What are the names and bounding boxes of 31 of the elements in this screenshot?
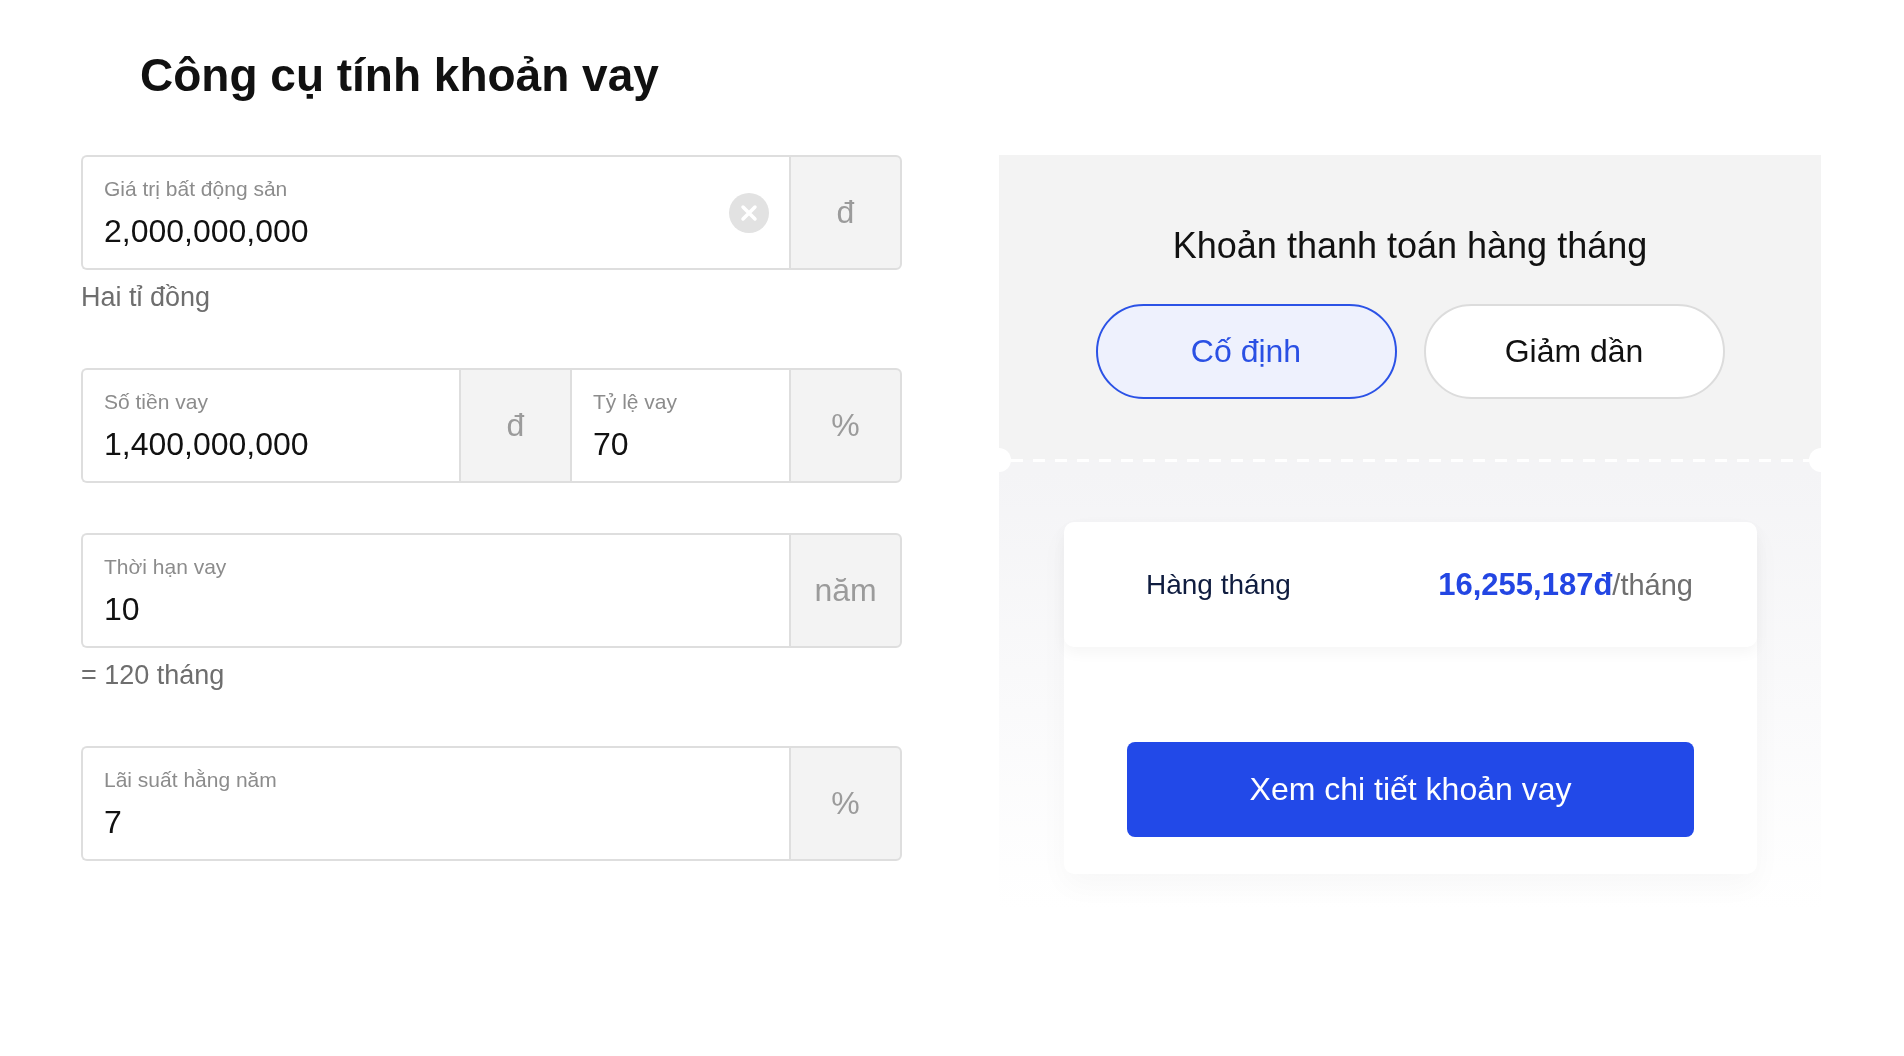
input-value[interactable]: 1,400,000,000	[104, 423, 439, 464]
clear-icon[interactable]	[729, 192, 769, 233]
amount-unit: /tháng	[1612, 568, 1693, 602]
helper-text: Hai tỉ đồng	[81, 281, 211, 314]
unit-label: %	[831, 407, 860, 444]
input-field[interactable]: Lãi suất hằng năm 7	[81, 746, 789, 861]
input-field[interactable]: Giá trị bất động sản 2,000,000,000	[81, 155, 789, 270]
input-field[interactable]: Tỷ lệ vay 70	[572, 368, 789, 483]
mode-tab[interactable]: Cố định	[1095, 304, 1397, 399]
mode-tab[interactable]: Giảm dần	[1423, 304, 1725, 399]
summary-label: Hàng tháng	[1146, 568, 1291, 601]
helper-text: = 120 tháng	[81, 659, 225, 692]
field-label: Tỷ lệ vay	[593, 388, 678, 415]
field-label: Thời hạn vay	[104, 553, 227, 580]
page-title: Công cụ tính khoản vay	[140, 48, 659, 103]
input-field[interactable]: Thời hạn vay 10	[81, 533, 789, 648]
input-field[interactable]: Số tiền vay 1,400,000,000	[81, 368, 459, 483]
input-value[interactable]: 7	[104, 801, 769, 842]
monthly-amount: 16,255,187đ	[1438, 566, 1613, 603]
unit-label: năm	[814, 572, 877, 609]
panel-title: Khoản thanh toán hàng tháng	[1172, 224, 1648, 268]
field-label: Giá trị bất động sản	[104, 175, 288, 202]
detail-button[interactable]: Xem chi tiết khoản vay	[1127, 742, 1694, 837]
input-value[interactable]: 70	[593, 423, 769, 464]
input-value[interactable]: 2,000,000,000	[104, 210, 729, 251]
field-label: Lãi suất hằng năm	[104, 766, 277, 793]
unit-label: đ	[836, 194, 855, 231]
input-value[interactable]: 10	[104, 588, 769, 629]
field-label: Số tiền vay	[104, 388, 208, 415]
unit-label: %	[831, 785, 860, 822]
unit-label: đ	[506, 407, 525, 444]
